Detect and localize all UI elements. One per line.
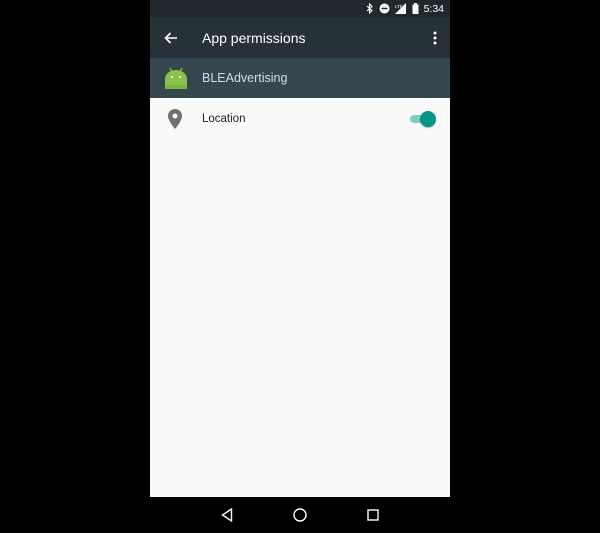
status-time: 5:34 xyxy=(423,2,444,15)
overflow-menu-button[interactable] xyxy=(420,17,450,58)
permissions-list: Location xyxy=(150,98,450,497)
app-name: BLEAdvertising xyxy=(202,71,288,85)
home-icon xyxy=(293,508,307,522)
navigation-bar xyxy=(150,497,450,533)
bluetooth-icon xyxy=(366,3,374,14)
nav-recents-button[interactable] xyxy=(358,500,388,530)
app-header: BLEAdvertising xyxy=(150,58,450,98)
more-vert-icon xyxy=(433,31,437,44)
back-icon xyxy=(220,508,232,522)
location-toggle[interactable] xyxy=(410,111,436,127)
nav-back-button[interactable] xyxy=(212,500,242,530)
arrow-back-icon xyxy=(164,31,177,44)
status-bar: LTE 5:34 xyxy=(150,0,450,17)
battery-icon xyxy=(412,3,419,14)
location-pin-icon xyxy=(164,109,186,129)
toolbar: App permissions xyxy=(150,17,450,58)
page-title: App permissions xyxy=(202,29,306,46)
phone-screen: LTE 5:34 App permissions BLEAdvertising xyxy=(150,0,450,533)
back-button[interactable] xyxy=(151,17,191,58)
signal-lte-icon: LTE xyxy=(394,3,407,14)
nav-home-button[interactable] xyxy=(285,500,315,530)
do-not-disturb-icon xyxy=(379,3,390,14)
toggle-thumb xyxy=(420,111,436,127)
svg-text:LTE: LTE xyxy=(395,4,403,9)
recents-icon xyxy=(367,509,380,521)
permission-row-location[interactable]: Location xyxy=(150,98,450,140)
permission-label: Location xyxy=(202,113,246,125)
android-icon xyxy=(165,67,187,89)
